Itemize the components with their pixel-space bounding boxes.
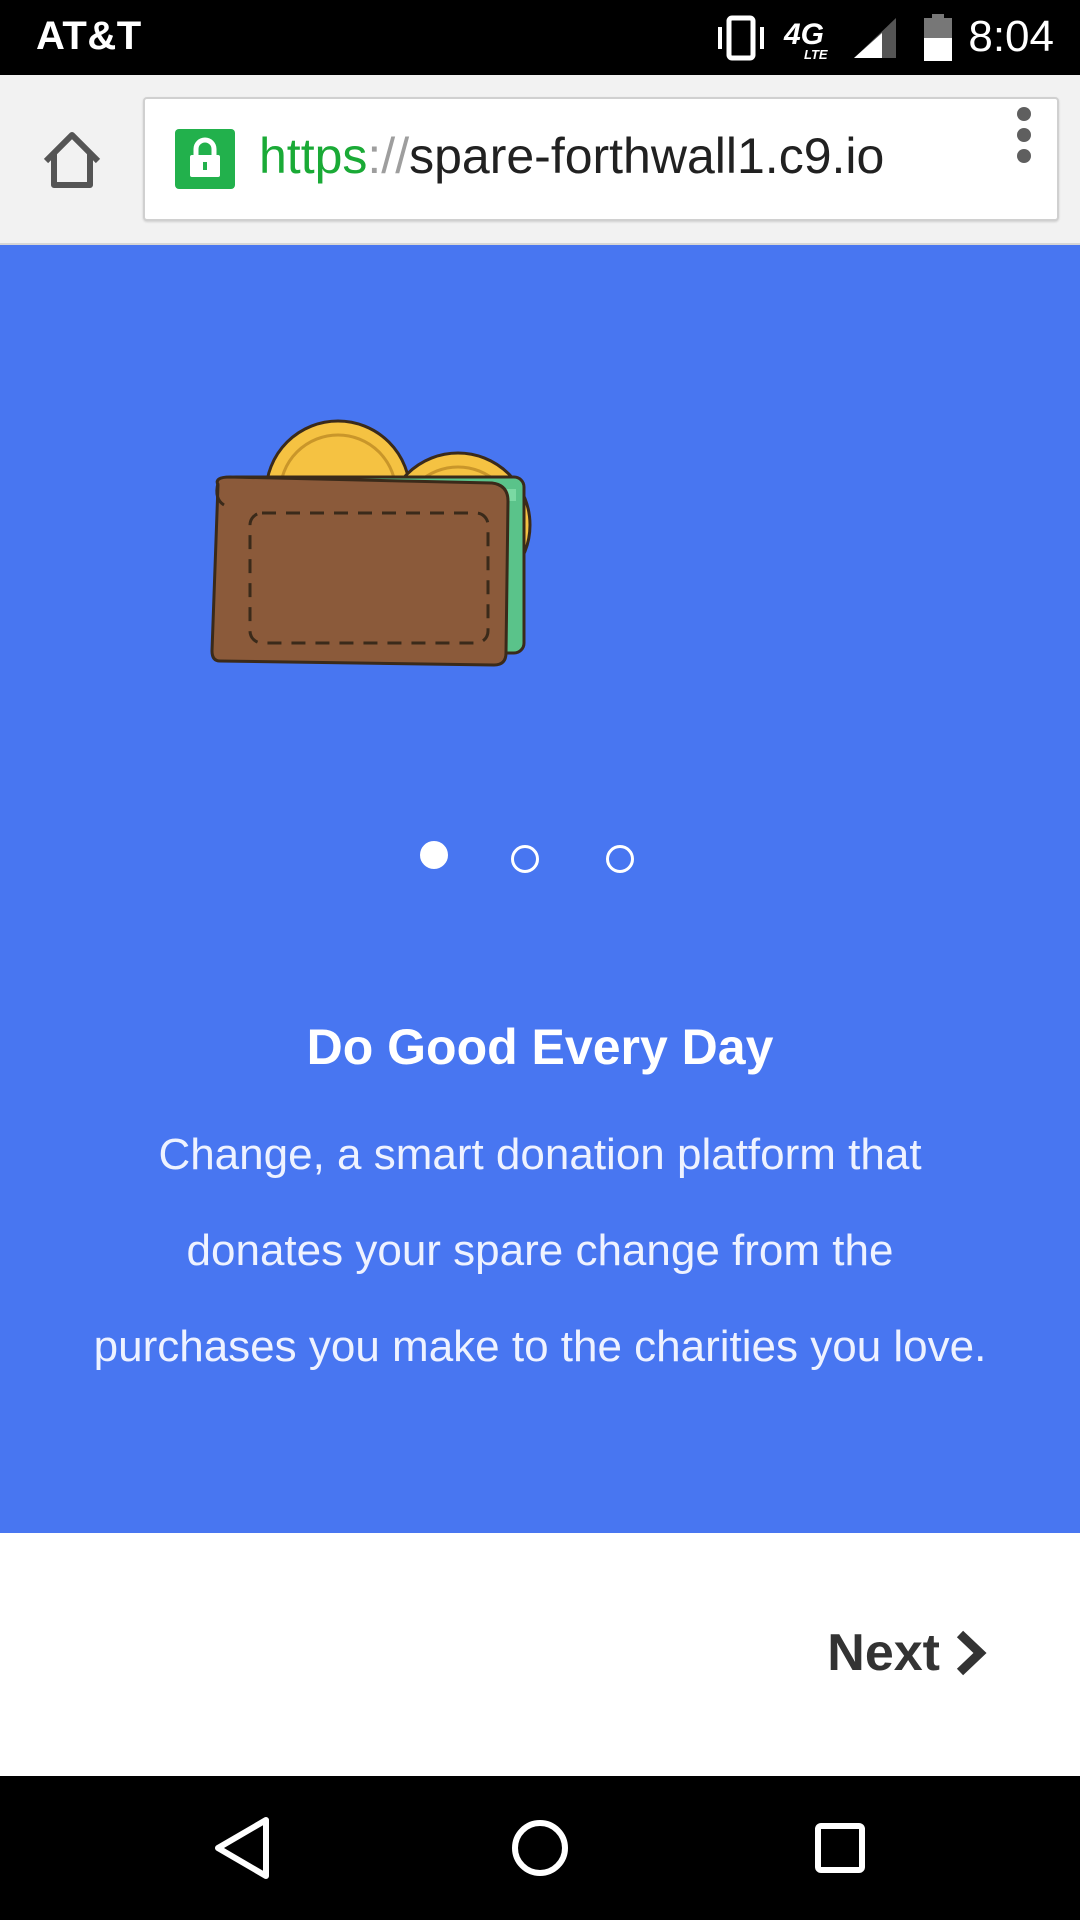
network-4g-lte-icon: 4G LTE: [784, 18, 828, 62]
browser-home-button[interactable]: [36, 123, 108, 195]
vibrate-icon: [718, 15, 764, 61]
url-host: spare-forthwall1.c9.io: [409, 128, 885, 184]
onboarding-description: Change, a smart donation platform that d…: [93, 1130, 987, 1371]
carrier-name: AT&T: [36, 14, 142, 58]
url-separator: ://: [367, 128, 410, 184]
chevron-right-icon: [956, 1630, 987, 1676]
back-icon: [215, 1817, 269, 1879]
next-label: Next: [827, 1624, 940, 1682]
system-navigation-bar: [0, 1776, 1080, 1920]
pager-dot-3[interactable]: [606, 845, 634, 873]
lock-icon: [175, 129, 235, 189]
overflow-menu-button[interactable]: [1010, 105, 1040, 165]
status-bar: AT&T 4G LTE 8:04: [0, 0, 1080, 75]
address-bar[interactable]: https://spare-forthwall1.c9.io: [143, 97, 1059, 221]
nav-recents-button[interactable]: [804, 1812, 876, 1884]
pager-dot-1[interactable]: [420, 841, 448, 869]
battery-icon: [924, 14, 952, 61]
home-circle-icon: [512, 1820, 568, 1876]
nav-back-button[interactable]: [206, 1812, 278, 1884]
home-icon: [43, 132, 101, 188]
wallet-illustration: [210, 419, 532, 667]
browser-toolbar: https://spare-forthwall1.c9.io: [0, 75, 1080, 245]
next-button[interactable]: Next: [827, 1620, 988, 1686]
nav-home-button[interactable]: [504, 1812, 576, 1884]
status-time: 8:04: [968, 12, 1054, 61]
url-text[interactable]: https://spare-forthwall1.c9.io: [259, 127, 884, 185]
onboarding-title: Do Good Every Day: [306, 1019, 774, 1075]
url-scheme: https: [259, 128, 368, 184]
signal-icon: [854, 18, 896, 58]
onboarding-hero: Do Good Every Day Change, a smart donati…: [0, 245, 1080, 1533]
pager-dots: [0, 841, 1080, 881]
recents-icon: [815, 1823, 865, 1873]
pager-dot-2[interactable]: [511, 845, 539, 873]
